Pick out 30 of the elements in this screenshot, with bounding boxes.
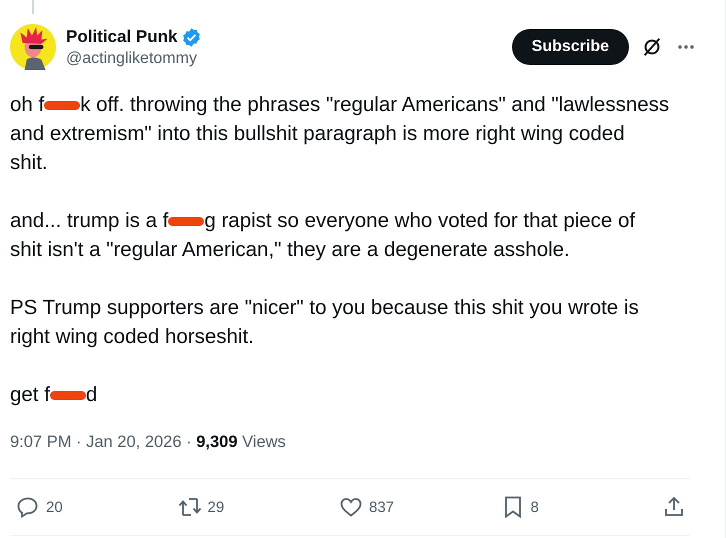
post-text: right wing coded horseshit.: [10, 324, 254, 350]
post-text: g rapist so everyone who voted for that piece of: [204, 208, 636, 234]
repost-icon[interactable]: [178, 495, 202, 519]
post-text: shit isn't a "regular American," they are a degenerate asshole.: [10, 237, 570, 263]
share-icon[interactable]: [662, 495, 686, 519]
action-count: 837: [369, 498, 394, 516]
post-text: k off. throwing the phrases "regular Americans" and "lawlessness: [80, 92, 670, 118]
reply-icon[interactable]: [16, 495, 40, 519]
redaction-mark: [50, 391, 86, 400]
post-timestamp: 9:07 PM · Jan 20, 2026 · 9,309 Views: [10, 433, 287, 452]
post-text: and extremism" into this bullshit paragraph is more right wing coded: [10, 121, 625, 147]
subscribe-button[interactable]: Subscribe: [512, 29, 629, 65]
post-text: and... trump is a f: [10, 208, 168, 234]
post-text: shit.: [10, 150, 48, 176]
heart-icon[interactable]: [339, 495, 363, 519]
post-text: oh f: [10, 92, 44, 118]
more-icon[interactable]: [677, 44, 695, 50]
author-name[interactable]: Political Punk: [66, 27, 178, 47]
avatar[interactable]: [10, 24, 56, 70]
author-handle[interactable]: @actingliketommy: [66, 50, 512, 68]
redaction-mark: [44, 101, 80, 110]
slashed-circle-icon[interactable]: [641, 36, 663, 58]
thread-line: [32, 0, 34, 14]
post-text: d: [86, 382, 98, 408]
post-text: get f: [10, 382, 50, 408]
action-count: 20: [46, 498, 63, 516]
action-count: 8: [530, 498, 539, 516]
action-count: 29: [208, 498, 224, 516]
post-text: PS Trump supporters are "nicer" to you because this shit you wrote is: [10, 295, 639, 321]
redaction-mark: [168, 217, 204, 226]
